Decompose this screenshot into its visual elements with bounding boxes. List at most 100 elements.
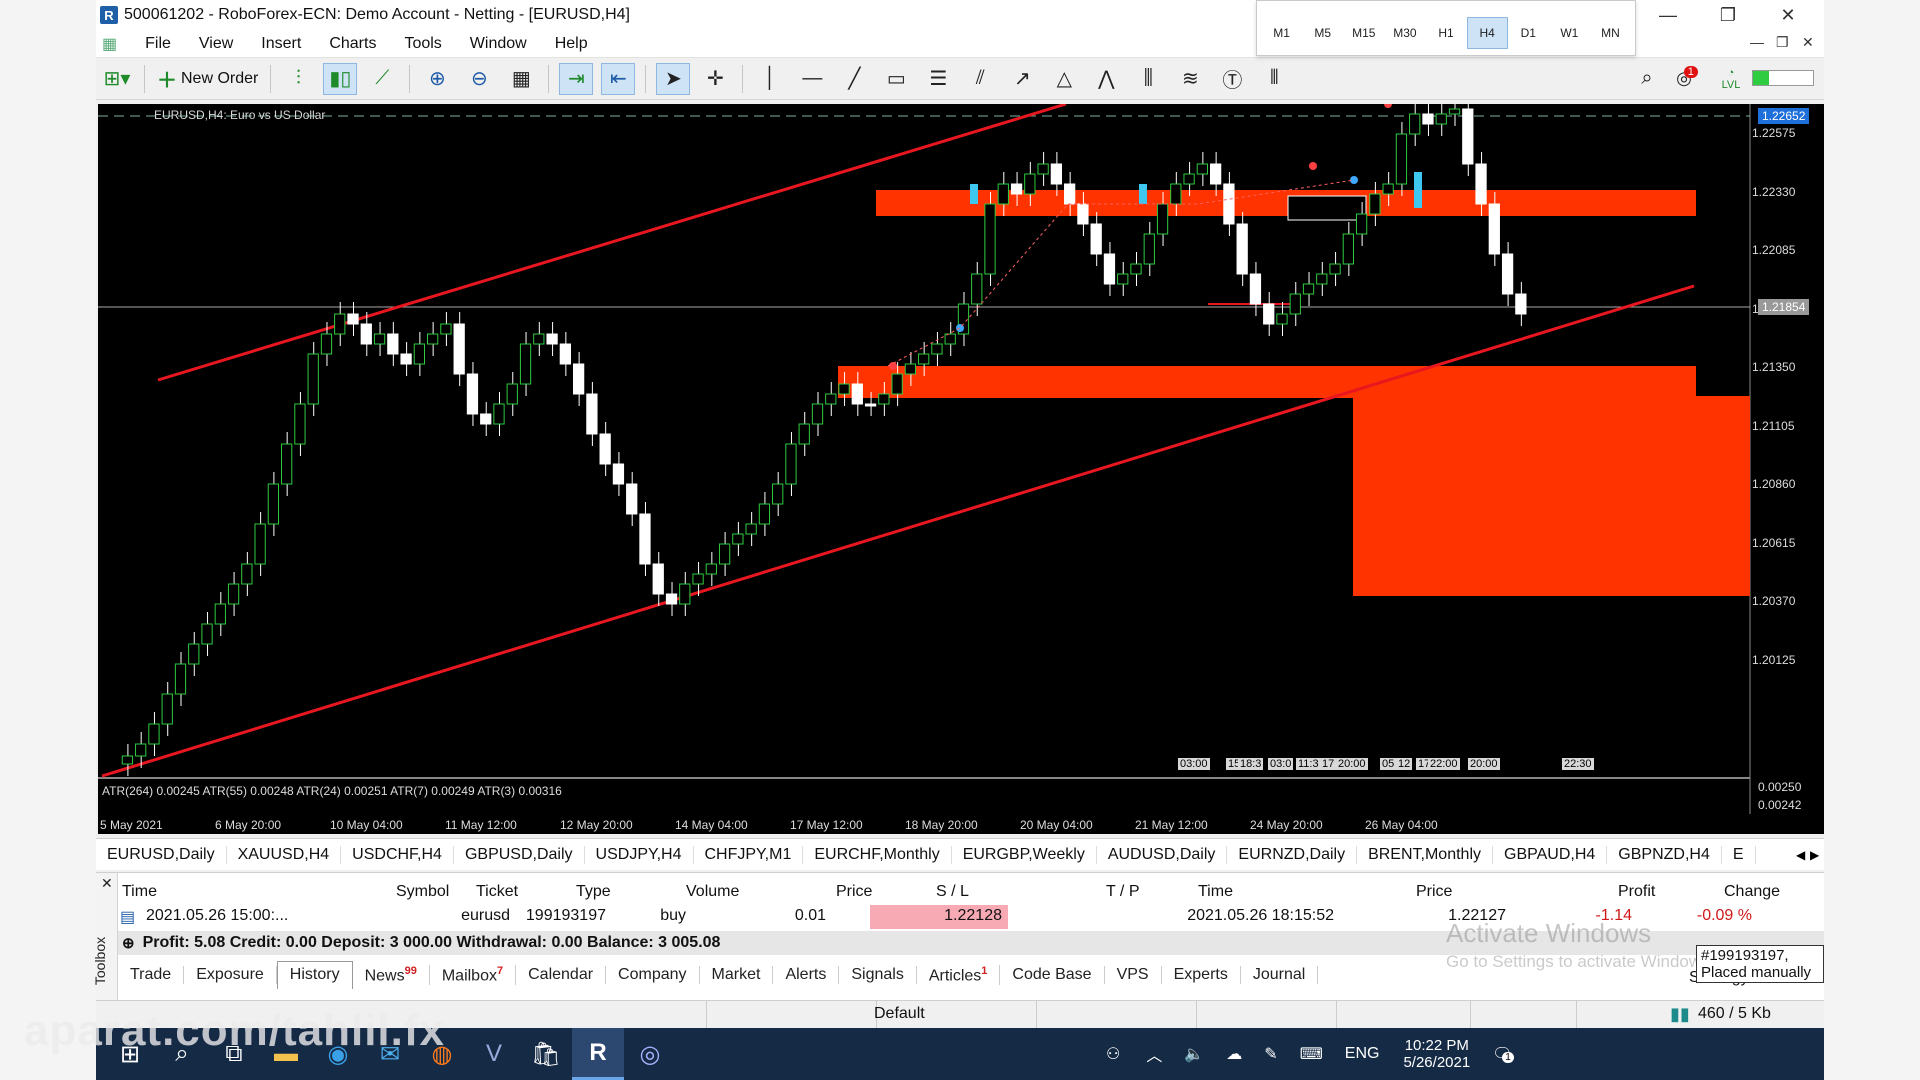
language-indicator[interactable]: ENG: [1345, 1045, 1380, 1063]
menu-file[interactable]: File: [131, 35, 185, 53]
chart-tab[interactable]: EURGBP,Weekly: [952, 845, 1097, 864]
timeframe-m30[interactable]: M30: [1384, 17, 1425, 49]
column-header[interactable]: Time: [1198, 883, 1233, 901]
crosshair-icon[interactable]: ✛: [698, 63, 732, 95]
tab-trade[interactable]: Trade: [118, 966, 185, 984]
chart-tab[interactable]: BRENT,Monthly: [1357, 845, 1493, 864]
restore-button[interactable]: ❐: [1700, 0, 1756, 30]
arrow-icon[interactable]: ↗: [1005, 63, 1039, 95]
chart-tab[interactable]: AUDUSD,Daily: [1097, 845, 1228, 864]
column-header[interactable]: Time: [122, 883, 157, 901]
fibonacci-icon[interactable]: ☰: [921, 63, 955, 95]
column-header[interactable]: Ticket: [476, 883, 518, 901]
tray-expand-icon[interactable]: ︿: [1146, 1042, 1162, 1066]
close-button[interactable]: ✕: [1760, 0, 1816, 30]
menu-insert[interactable]: Insert: [247, 35, 315, 53]
chart-tab[interactable]: EURUSD,Daily: [96, 845, 227, 864]
chart-tab[interactable]: XAUUSD,H4: [227, 845, 342, 864]
tab-alerts[interactable]: Alerts: [773, 966, 840, 984]
clock[interactable]: 10:22 PM 5/26/2021: [1403, 1037, 1470, 1071]
timeframe-m5[interactable]: M5: [1302, 17, 1343, 49]
column-header[interactable]: T / P: [1106, 883, 1140, 901]
signal-level-icon[interactable]: ◔ LVL: [1714, 63, 1748, 95]
rectangle-icon[interactable]: ▭: [879, 63, 913, 95]
tab-journal[interactable]: Journal: [1241, 966, 1319, 984]
keyboard-icon[interactable]: ⌨: [1300, 1044, 1323, 1064]
column-header[interactable]: Change: [1724, 883, 1780, 901]
app-v-icon[interactable]: V: [468, 1028, 520, 1080]
tab-scroll-right-icon[interactable]: ▶: [1810, 848, 1819, 862]
tab-company[interactable]: Company: [606, 966, 700, 984]
chart-shift-icon[interactable]: ⇤: [601, 62, 636, 95]
minimize-button[interactable]: —: [1640, 0, 1696, 30]
search-icon[interactable]: ⌕: [1630, 63, 1664, 95]
child-restore-icon[interactable]: ❐: [1776, 34, 1789, 51]
new-chart-icon[interactable]: ⊞▾: [100, 63, 134, 95]
timeframe-h4[interactable]: H4: [1466, 17, 1508, 49]
timeframe-m15[interactable]: M15: [1343, 17, 1384, 49]
new-order-button[interactable]: ＋ New Order: [151, 64, 264, 93]
traffic-counter[interactable]: 460 / 5 Kb: [1698, 1005, 1771, 1023]
column-header[interactable]: Volume: [686, 883, 739, 901]
gann-icon[interactable]: ⫼: [1131, 63, 1165, 95]
child-minimize-icon[interactable]: —: [1750, 34, 1764, 50]
tab-calendar[interactable]: Calendar: [516, 966, 607, 984]
chart-tab[interactable]: EURCHF,Monthly: [803, 845, 952, 864]
tab-articles[interactable]: Articles1: [917, 964, 1001, 986]
child-window-icon[interactable]: ▦: [96, 34, 131, 54]
notifications-icon[interactable]: ◎ 1: [1670, 63, 1704, 95]
profile-name[interactable]: Default: [874, 1005, 925, 1023]
timeframe-m1[interactable]: M1: [1261, 17, 1302, 49]
autoscroll-icon[interactable]: ⇥: [559, 62, 594, 95]
tab-history[interactable]: History: [276, 961, 353, 989]
timeframe-d1[interactable]: D1: [1508, 17, 1549, 49]
tab-mailbox[interactable]: Mailbox7: [430, 964, 517, 986]
tab-code-base[interactable]: Code Base: [1000, 966, 1105, 984]
timeframe-h1[interactable]: H1: [1425, 17, 1466, 49]
column-header[interactable]: Price: [1416, 883, 1452, 901]
menu-help[interactable]: Help: [541, 35, 602, 53]
timeframe-mn[interactable]: MN: [1590, 17, 1631, 49]
text-icon[interactable]: Ⓣ: [1215, 63, 1249, 95]
elliott-wave-icon[interactable]: ⋀: [1089, 63, 1123, 95]
cursor-icon[interactable]: ➤: [656, 62, 691, 95]
action-center-icon[interactable]: 🗨1: [1492, 1044, 1514, 1064]
chart-tab[interactable]: CHFJPY,M1: [694, 845, 804, 864]
candlestick-icon[interactable]: ▮▯: [323, 62, 358, 95]
menu-window[interactable]: Window: [456, 35, 541, 53]
triangle-icon[interactable]: △: [1047, 63, 1081, 95]
zoom-out-icon[interactable]: ⊖: [462, 63, 496, 95]
cycle-lines-icon[interactable]: ⫴: [1257, 63, 1291, 95]
zoom-in-icon[interactable]: ⊕: [420, 63, 454, 95]
tab-market[interactable]: Market: [700, 966, 774, 984]
timeframe-w1[interactable]: W1: [1549, 17, 1590, 49]
menu-charts[interactable]: Charts: [315, 35, 390, 53]
column-header[interactable]: Profit: [1618, 883, 1655, 901]
column-header[interactable]: Symbol: [396, 883, 449, 901]
chart-tab[interactable]: GBPAUD,H4: [1493, 845, 1608, 864]
chart-tab[interactable]: E: [1722, 845, 1756, 864]
channel-icon[interactable]: ⫽: [963, 63, 997, 95]
store-icon[interactable]: 🛍: [520, 1028, 572, 1080]
onedrive-icon[interactable]: ☁: [1226, 1044, 1242, 1064]
bar-chart-icon[interactable]: ⫶: [281, 63, 315, 95]
tab-vps[interactable]: VPS: [1105, 966, 1162, 984]
fibo-fan-icon[interactable]: ≋: [1173, 63, 1207, 95]
tab-scroll-left-icon[interactable]: ◀: [1796, 848, 1805, 862]
tile-windows-icon[interactable]: ▦: [504, 63, 538, 95]
chart-tab[interactable]: USDJPY,H4: [585, 845, 694, 864]
tab-exposure[interactable]: Exposure: [184, 966, 277, 984]
chart-canvas[interactable]: [98, 97, 1824, 834]
menu-tools[interactable]: Tools: [390, 35, 455, 53]
pen-icon[interactable]: ✎: [1264, 1044, 1277, 1064]
vertical-line-icon[interactable]: │: [753, 63, 787, 95]
chart-tab[interactable]: USDCHF,H4: [341, 845, 454, 864]
chart-tab[interactable]: EURNZD,Daily: [1227, 845, 1358, 864]
tab-signals[interactable]: Signals: [839, 966, 917, 984]
column-header[interactable]: Price: [836, 883, 872, 901]
recorder-icon[interactable]: ◎: [624, 1028, 676, 1080]
tab-news[interactable]: News99: [353, 964, 430, 986]
column-header[interactable]: Type: [576, 883, 611, 901]
chart-tab[interactable]: GBPUSD,Daily: [454, 845, 585, 864]
child-close-icon[interactable]: ✕: [1802, 34, 1814, 51]
